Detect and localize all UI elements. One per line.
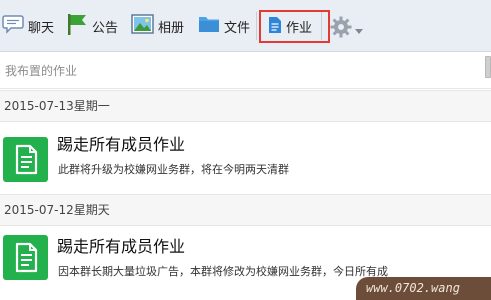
homework-item[interactable]: 踢走所有成员作业 此群将升级为校嫌网业务群，将在今明两天清群 xyxy=(0,123,491,191)
document-icon xyxy=(268,16,282,38)
picture-icon xyxy=(131,14,154,38)
settings-menu-button[interactable] xyxy=(330,16,363,42)
homework-title: 踢走所有成员作业 xyxy=(57,135,186,154)
tab-chat-label: 聊天 xyxy=(28,20,55,36)
tab-file[interactable]: 文件 xyxy=(198,12,250,40)
folder-icon xyxy=(198,14,220,38)
tab-notice-label: 公告 xyxy=(92,20,119,36)
homework-description: 此群将升级为校嫌网业务群，将在今明两天清群 xyxy=(58,163,289,176)
tab-file-label: 文件 xyxy=(224,20,251,36)
tab-album-label: 相册 xyxy=(158,20,185,36)
homework-document-icon xyxy=(3,235,48,280)
toolbar-divider xyxy=(256,12,257,40)
chat-bubble-icon xyxy=(2,14,24,38)
tab-chat[interactable]: 聊天 xyxy=(2,12,54,40)
homework-description: 因本群长期大量垃圾广告，本群将修改为校嫌网业务群，今日所有成 xyxy=(58,265,388,278)
watermark: www.0702.wang xyxy=(356,277,491,300)
search-bar xyxy=(0,53,491,89)
tab-album[interactable]: 相册 xyxy=(131,12,184,40)
search-input[interactable] xyxy=(0,53,485,88)
flag-icon xyxy=(66,12,88,40)
gear-icon xyxy=(330,16,352,42)
homework-title: 踢走所有成员作业 xyxy=(57,237,186,256)
caret-down-icon xyxy=(355,20,363,39)
group-toolbar: 聊天 公告 相册 文件 作业 xyxy=(0,0,491,52)
toolbar-divider xyxy=(321,12,322,40)
homework-document-icon xyxy=(3,137,48,182)
date-header: 2015-07-13星期一 xyxy=(0,90,491,122)
date-header: 2015-07-12星期天 xyxy=(0,194,491,226)
tab-notice[interactable]: 公告 xyxy=(66,12,118,40)
scrollbar-thumb[interactable] xyxy=(485,56,491,78)
tab-homework[interactable]: 作业 xyxy=(259,10,330,43)
tab-homework-label: 作业 xyxy=(286,21,313,36)
